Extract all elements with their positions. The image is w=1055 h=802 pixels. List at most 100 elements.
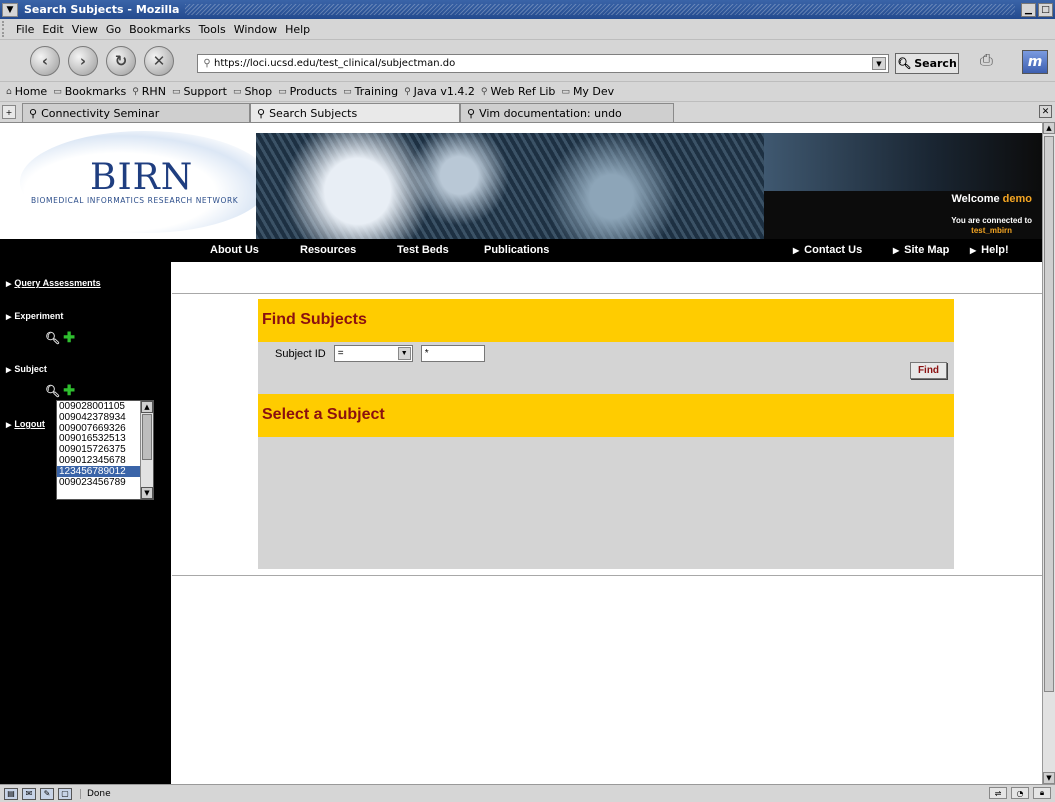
bookmark-label: Home	[14, 85, 48, 98]
subject-id-row: Subject ID = ▼ *	[275, 345, 485, 362]
address-book-icon[interactable]: ▢	[58, 787, 72, 800]
url-bar[interactable]: ⚲ ▼	[197, 54, 889, 73]
subject-listbox[interactable]: 009028001105 009042378934 009007669326 0…	[56, 400, 154, 500]
url-input[interactable]	[214, 58, 864, 69]
tab-vim-documentation[interactable]: ⚲ Vim documentation: undo	[460, 103, 674, 122]
composer-icon[interactable]: ✎	[40, 787, 54, 800]
scroll-down-icon[interactable]: ▼	[141, 487, 153, 499]
maximize-icon[interactable]: □	[1038, 2, 1053, 17]
folder-icon: ▭	[171, 86, 181, 97]
chevron-down-icon[interactable]: ▼	[397, 347, 411, 360]
stop-button[interactable]: ✕	[144, 45, 174, 76]
subject-option-selected[interactable]: 123456789012	[57, 465, 140, 477]
title-bar-drag-area[interactable]	[185, 4, 1015, 15]
banner-image-fade	[764, 133, 1042, 191]
mozilla-throbber-icon[interactable]: m	[1022, 50, 1048, 74]
online-status-icon[interactable]: ⇌	[989, 787, 1007, 799]
menu-file[interactable]: File	[16, 23, 34, 36]
page-scrollbar[interactable]: ▲ ▼	[1042, 122, 1055, 784]
divider-bottom	[172, 575, 1042, 576]
new-tab-icon[interactable]: +	[2, 105, 16, 119]
subject-add-icon[interactable]: ✚	[63, 382, 75, 399]
scroll-down-icon[interactable]: ▼	[1043, 772, 1055, 784]
subject-id-operator-select[interactable]: = ▼	[333, 345, 413, 362]
close-tab-icon[interactable]: ✕	[1039, 105, 1052, 118]
subject-search-icon[interactable]: 🔍︎	[45, 384, 60, 398]
subject-option[interactable]: 009042378934	[57, 412, 140, 423]
listbox-scrollbar[interactable]: ▲ ▼	[140, 401, 153, 499]
nav-contact-us[interactable]: ▶ Contact Us	[793, 244, 862, 256]
menu-bookmarks[interactable]: Bookmarks	[129, 23, 190, 36]
welcome-label: Welcome	[951, 193, 1000, 205]
print-icon[interactable]: ⎙	[980, 50, 1004, 72]
subject-option[interactable]: 009007669326	[57, 423, 140, 434]
nav-resources[interactable]: Resources	[300, 244, 356, 256]
bookmark-shop[interactable]: ▭ Shop	[233, 85, 272, 98]
nav-site-map-label: Site Map	[904, 244, 950, 256]
bookmark-my-dev[interactable]: ▭ My Dev	[561, 85, 614, 98]
menu-view[interactable]: View	[72, 23, 98, 36]
mail-icon[interactable]: ✉	[22, 787, 36, 800]
scroll-up-icon[interactable]: ▲	[1043, 122, 1055, 134]
menu-tools[interactable]: Tools	[199, 23, 226, 36]
sidebar-query-assessments[interactable]: ▶ Query Assessments	[6, 278, 101, 288]
experiment-search-icon[interactable]: 🔍︎	[45, 331, 60, 345]
security-lock-icon[interactable]: 🔒︎	[1033, 787, 1051, 799]
scroll-thumb[interactable]	[1044, 136, 1054, 692]
nav-help-label: Help!	[981, 244, 1009, 256]
bookmark-web-ref-lib[interactable]: ⚲ Web Ref Lib	[481, 85, 556, 98]
subject-option[interactable]: 009016532513	[57, 433, 140, 444]
url-history-dropdown-icon[interactable]: ▼	[872, 57, 886, 70]
experiment-add-icon[interactable]: ✚	[63, 329, 75, 346]
sidebar-subject[interactable]: ▶ Subject	[6, 364, 47, 374]
search-icon: 🔍︎	[897, 57, 912, 70]
tab-search-subjects[interactable]: ⚲ Search Subjects	[250, 103, 460, 122]
menu-window[interactable]: Window	[234, 23, 277, 36]
sidebar-item-label: Logout	[14, 419, 45, 429]
forward-button[interactable]: ›	[68, 45, 98, 76]
bookmark-training[interactable]: ▭ Training	[343, 85, 398, 98]
window-title: Search Subjects - Mozilla	[24, 3, 180, 16]
scroll-thumb[interactable]	[142, 414, 152, 460]
menu-go[interactable]: Go	[106, 23, 121, 36]
bookmark-label: Training	[354, 85, 399, 98]
nav-publications[interactable]: Publications	[484, 244, 549, 256]
divider-top	[172, 293, 1042, 294]
bookmark-support[interactable]: ▭ Support	[172, 85, 227, 98]
popup-blocker-icon[interactable]: ◔	[1011, 787, 1029, 799]
sidebar-experiment[interactable]: ▶ Experiment	[6, 311, 63, 321]
bookmark-products[interactable]: ▭ Products	[278, 85, 337, 98]
nav-about-us[interactable]: About Us	[210, 244, 259, 256]
tab-connectivity-seminar[interactable]: ⚲ Connectivity Seminar	[22, 103, 250, 122]
triangle-right-icon: ▶	[893, 246, 900, 255]
scroll-up-icon[interactable]: ▲	[141, 401, 153, 413]
subject-option[interactable]: 009015726375	[57, 444, 140, 455]
subject-option[interactable]: 009023456789	[57, 477, 140, 488]
bookmark-rhn[interactable]: ⚲ RHN	[132, 85, 166, 98]
window-menu-icon[interactable]: ▼	[2, 2, 18, 17]
subject-id-input[interactable]: *	[420, 345, 485, 362]
nav-help[interactable]: ▶ Help!	[970, 244, 1009, 256]
bookmark-label: Java v1.4.2	[413, 85, 475, 98]
navigator-icon[interactable]: ▤	[4, 787, 18, 800]
birn-logo[interactable]: BIRN	[90, 157, 193, 198]
sidebar-item-label: Subject	[14, 364, 47, 374]
minimize-icon[interactable]: ▁	[1021, 2, 1036, 17]
subject-option[interactable]: 009012345678	[57, 455, 140, 466]
subject-option[interactable]: 009028001105	[57, 401, 140, 412]
bookmark-java[interactable]: ⚲ Java v1.4.2	[404, 85, 475, 98]
menu-help[interactable]: Help	[285, 23, 310, 36]
menu-edit[interactable]: Edit	[42, 23, 63, 36]
nav-test-beds[interactable]: Test Beds	[397, 244, 449, 256]
sidebar-logout[interactable]: ▶ Logout	[6, 419, 45, 429]
search-button[interactable]: 🔍︎ Search	[895, 53, 959, 74]
status-bar: ▤ ✉ ✎ ▢ Done ⇌ ◔ 🔒︎	[0, 784, 1055, 802]
reload-button[interactable]: ↻	[106, 45, 136, 76]
nav-site-map[interactable]: ▶ Site Map	[893, 244, 949, 256]
operator-value: =	[337, 348, 344, 359]
bookmark-bookmarks[interactable]: ▭ Bookmarks	[53, 85, 126, 98]
menubar-grip[interactable]	[2, 21, 8, 37]
bookmark-home[interactable]: ⌂ Home	[6, 85, 47, 98]
find-button[interactable]: Find	[910, 362, 947, 379]
back-button[interactable]: ‹	[30, 45, 60, 76]
